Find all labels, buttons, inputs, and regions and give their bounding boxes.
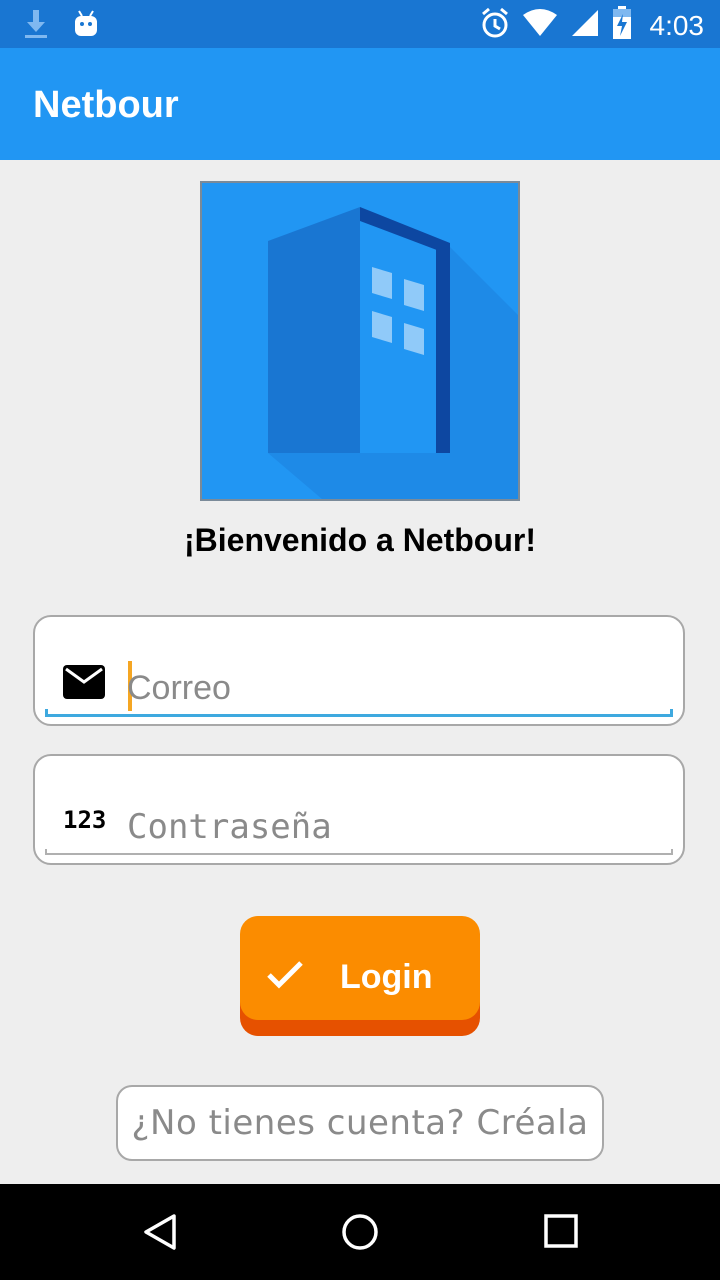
android-icon [72, 8, 100, 45]
welcome-heading: ¡Bienvenido a Netbour! [183, 522, 536, 558]
battery-charging-icon [612, 6, 632, 45]
status-time: 4:03 [649, 9, 705, 41]
wifi-icon [522, 8, 558, 43]
login-button[interactable]: Login [240, 916, 480, 1020]
signup-link[interactable]: ¿No tienes cuenta? Créala [116, 1085, 604, 1161]
email-field[interactable] [33, 615, 685, 726]
download-icon [22, 8, 50, 45]
login-button-wrapper: Login [240, 916, 480, 1036]
back-icon[interactable] [140, 1212, 180, 1252]
signal-icon [570, 8, 600, 43]
app-title: Netbour [33, 84, 179, 126]
building-icon [202, 183, 518, 499]
mail-icon [63, 665, 105, 704]
login-button-label: Login [340, 958, 433, 996]
recents-icon[interactable] [542, 1212, 582, 1252]
navigation-bar [0, 1184, 720, 1280]
password-input[interactable] [127, 802, 667, 852]
home-icon[interactable] [340, 1212, 380, 1252]
check-icon [266, 960, 304, 999]
alarm-icon [480, 6, 510, 45]
email-input[interactable] [127, 663, 667, 713]
status-bar: 4:03 [0, 0, 720, 48]
password-field[interactable]: 123 [33, 754, 685, 865]
numeric-123-icon: 123 [63, 806, 107, 834]
email-underline [45, 709, 673, 717]
password-underline [45, 849, 673, 855]
app-bar: Netbour [0, 48, 720, 160]
app-logo [200, 181, 520, 501]
